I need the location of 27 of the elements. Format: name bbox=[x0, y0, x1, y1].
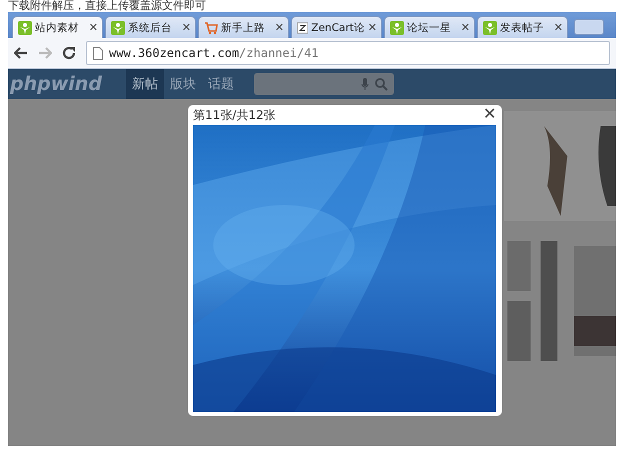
search-icon[interactable] bbox=[375, 78, 388, 90]
browser-tab[interactable]: 系统后台 ✕ bbox=[105, 16, 196, 38]
page-icon bbox=[297, 20, 308, 34]
leaf-icon bbox=[390, 20, 404, 34]
browser-tab[interactable]: 新手上路 ✕ bbox=[198, 16, 289, 38]
browser-tab[interactable]: 发表帖子 ✕ bbox=[477, 16, 568, 38]
address-bar[interactable]: www.360zencart.com/zhannei/41 bbox=[86, 41, 610, 65]
browser-tab[interactable]: ZenCart论 ✕ bbox=[291, 16, 382, 38]
browser-tab[interactable]: 站内素材 ✕ bbox=[12, 16, 103, 38]
new-tab-button[interactable] bbox=[574, 19, 604, 35]
url-text: www.360zencart.com/zhannei/41 bbox=[109, 46, 319, 60]
leaf-icon bbox=[111, 20, 125, 34]
nav-link[interactable]: 话题 bbox=[202, 69, 240, 99]
leaf-icon bbox=[18, 20, 32, 34]
reload-icon[interactable] bbox=[62, 46, 76, 60]
search-field[interactable] bbox=[254, 73, 394, 95]
back-icon[interactable] bbox=[14, 47, 28, 59]
microphone-icon[interactable] bbox=[361, 78, 369, 90]
cart-icon bbox=[204, 20, 218, 34]
forward-icon[interactable] bbox=[38, 47, 52, 59]
leaf-icon bbox=[483, 20, 497, 34]
page-icon bbox=[93, 46, 103, 60]
nav-link[interactable]: 新帖 bbox=[126, 69, 164, 99]
close-button[interactable]: ✕ bbox=[483, 107, 496, 123]
nav-link[interactable]: 版块 bbox=[164, 69, 202, 99]
image-counter: 第11张/共12张 bbox=[193, 106, 276, 124]
browser-tab[interactable]: 论坛一星 ✕ bbox=[384, 16, 475, 38]
